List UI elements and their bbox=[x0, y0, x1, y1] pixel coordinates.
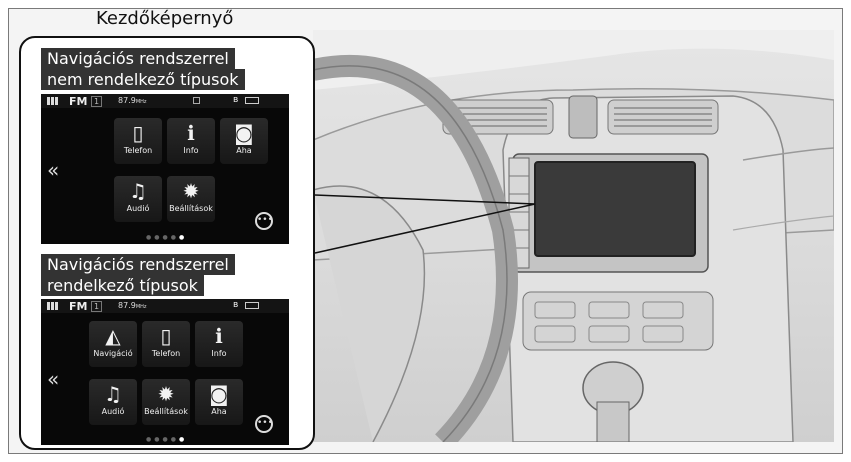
aha-icon: ◙ bbox=[234, 121, 254, 145]
apps-grid-icon[interactable] bbox=[47, 97, 59, 105]
home-screen-with-navigation: FM 1 87.9MHz ʙ « ◭ Navigáció ▯ Telefon ℹ… bbox=[41, 299, 289, 445]
page-indicator: ●●●●● bbox=[146, 234, 188, 241]
music-note-icon: ♫ bbox=[104, 382, 122, 406]
apps-grid-icon[interactable] bbox=[47, 302, 59, 310]
gear-icon: ✹ bbox=[182, 179, 200, 203]
tile-info[interactable]: ℹ Info bbox=[195, 321, 243, 367]
page-indicator: ●●●●● bbox=[146, 436, 188, 443]
preset-number: 1 bbox=[91, 96, 103, 107]
tile-navigation[interactable]: ◭ Navigáció bbox=[89, 321, 137, 367]
bluetooth-icon: ʙ bbox=[233, 95, 239, 105]
battery-icon bbox=[245, 97, 259, 104]
more-button[interactable]: ••• bbox=[255, 415, 273, 433]
preset-number: 1 bbox=[91, 301, 103, 312]
variant-2-label-line2: rendelkező típusok bbox=[41, 275, 204, 296]
info-icon: ℹ bbox=[187, 121, 195, 145]
tile-phone[interactable]: ▯ Telefon bbox=[142, 321, 190, 367]
tile-settings[interactable]: ✹ Beállítások bbox=[142, 379, 190, 425]
phone-icon: ▯ bbox=[132, 121, 144, 145]
tile-settings[interactable]: ✹ Beállítások bbox=[167, 176, 215, 222]
status-bar: FM 1 87.9MHz ʙ bbox=[41, 299, 289, 313]
audio-source: FM bbox=[69, 95, 88, 108]
tile-aha[interactable]: ◙ Aha bbox=[220, 118, 268, 164]
frequency: 87.9MHz bbox=[118, 301, 147, 310]
phone-icon: ▯ bbox=[160, 324, 172, 348]
tile-aha[interactable]: ◙ Aha bbox=[195, 379, 243, 425]
bluetooth-icon: ʙ bbox=[233, 300, 239, 310]
navigation-icon: ◭ bbox=[105, 324, 121, 348]
music-note-icon: ♫ bbox=[129, 179, 147, 203]
status-bar: FM 1 87.9MHz ʙ bbox=[41, 94, 289, 108]
chevron-left-icon[interactable]: « bbox=[47, 158, 59, 182]
variant-2-label-line1: Navigációs rendszerrel bbox=[41, 254, 235, 275]
chevron-left-icon[interactable]: « bbox=[47, 367, 59, 391]
tile-info[interactable]: ℹ Info bbox=[167, 118, 215, 164]
variant-1-label-line1: Navigációs rendszerrel bbox=[41, 48, 235, 69]
more-button[interactable]: ••• bbox=[255, 212, 273, 230]
tile-audio[interactable]: ♫ Audió bbox=[89, 379, 137, 425]
aha-icon: ◙ bbox=[209, 382, 229, 406]
variant-1-label-line2: nem rendelkező típusok bbox=[41, 69, 245, 90]
phone-status-icon bbox=[193, 97, 200, 104]
battery-icon bbox=[245, 302, 259, 309]
home-screen-no-navigation: FM 1 87.9MHz ʙ « ▯ Telefon ℹ Info ◙ Aha … bbox=[41, 94, 289, 244]
frequency: 87.9MHz bbox=[118, 96, 147, 105]
gear-icon: ✹ bbox=[157, 382, 175, 406]
tile-audio[interactable]: ♫ Audió bbox=[114, 176, 162, 222]
audio-source: FM bbox=[69, 300, 88, 313]
tile-phone[interactable]: ▯ Telefon bbox=[114, 118, 162, 164]
info-icon: ℹ bbox=[215, 324, 223, 348]
